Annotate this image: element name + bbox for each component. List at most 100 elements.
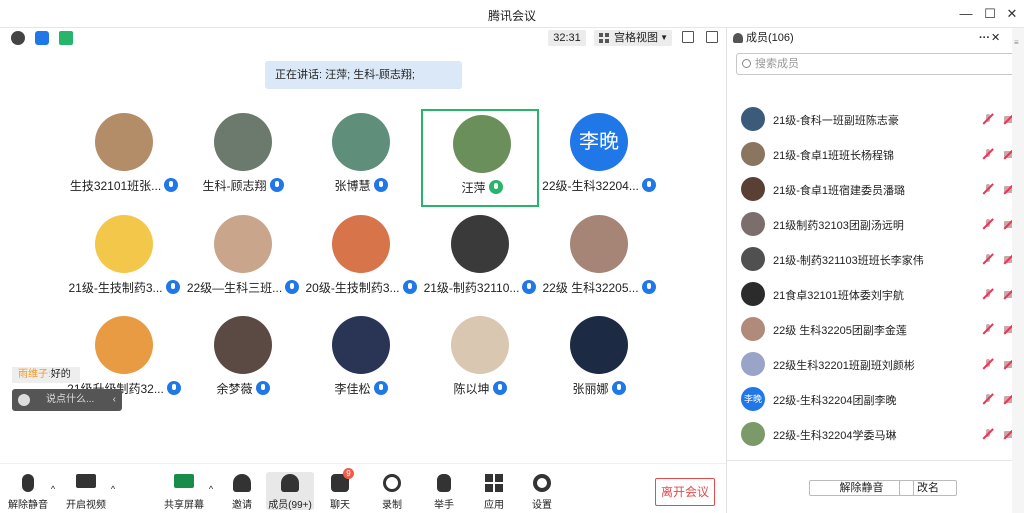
member-row[interactable]: 21食卓32101班体委刘宇航 [727,279,1017,309]
mic-muted-icon[interactable] [982,393,994,405]
fullscreen-icon[interactable] [682,31,694,43]
member-name: 22级-生科32204团副李晚 [773,395,897,407]
share-options-caret[interactable]: ^ [204,484,218,494]
participant-name: 陈以坤 [411,380,549,397]
participant-tile[interactable]: 生科-顾志翔 [184,109,302,207]
member-search-input[interactable]: 搜索成员 [736,53,1016,75]
mic-muted-icon[interactable] [982,323,994,335]
chat-placeholder: 说点什么... [46,394,95,405]
chat-button[interactable]: 9 聊天 [316,468,364,511]
member-name: 22级生科32201班副班刘颜彬 [773,360,915,372]
participant-name-text: 21级-生技制药3... [68,281,163,295]
member-row[interactable]: 李晚 22级-生科32204团副李晚 [727,384,1017,414]
settings-button[interactable]: 设置 [518,474,566,511]
maximize-icon[interactable]: ☐ [980,4,1000,24]
record-button[interactable]: 录制 [368,474,416,511]
raise-hand-button[interactable]: 举手 [420,474,468,511]
share-screen-button[interactable]: 共享屏幕 [160,474,208,511]
unmute-button[interactable]: 解除静音 [4,474,52,511]
chevron-left-icon[interactable]: ‹ [113,389,116,411]
member-row[interactable]: 22级 生科32205团副李金莲 [727,314,1017,344]
chat-input[interactable]: 说点什么... ‹ [12,389,122,411]
members-button[interactable]: 成员(99+) [266,472,314,511]
start-video-button[interactable]: 开启视频 [62,474,110,511]
mic-muted-icon[interactable] [982,113,994,125]
info-icon[interactable] [11,31,25,45]
avatar [451,316,509,374]
participant-tile[interactable]: 22级 生科32205... [540,211,658,309]
mic-icon [373,381,388,395]
participant-name-text: 张丽娜 [572,382,609,396]
participant-tile[interactable]: 汪萍 [421,109,539,207]
mic-muted-icon[interactable] [982,183,994,195]
participant-name-text: 陈以坤 [453,382,490,396]
shield-icon[interactable] [35,31,49,45]
mic-icon [641,178,656,192]
participant-tile[interactable]: 李晚 22级-生科32204... [540,109,658,207]
avatar [570,316,628,374]
participant-tile[interactable]: 20级-生技制药3... [302,211,420,309]
mic-muted-icon[interactable] [982,148,994,160]
member-name: 21级-食科一班副班陈志豪 [773,115,899,127]
participant-tile[interactable]: 余梦薇 [184,312,302,410]
member-row[interactable]: 21级-制药321103班班长李家伟 [727,244,1017,274]
add-user-icon [233,474,251,492]
mic-muted-icon[interactable] [982,218,994,230]
participant-tile[interactable]: 陈以坤 [421,312,539,410]
title-bar: 腾讯会议 — ☐ ✕ [0,0,1024,28]
signal-icon[interactable] [59,31,73,45]
apps-button[interactable]: 应用 [470,474,518,511]
participant-tile[interactable]: 张丽娜 [540,312,658,410]
speaking-indicator: 正在讲话: 汪萍; 生科-顾志翔; [265,61,462,89]
member-row[interactable]: 21级-食卓1班班长杨程锦 [727,139,1017,169]
avatar [332,113,390,171]
participant-tile[interactable]: 张博慧 [302,109,420,207]
mic-icon [641,280,656,294]
emoji-icon[interactable] [18,394,30,406]
mic-icon [488,180,503,194]
member-row[interactable]: 21级-食卓1班宿建委员潘璐 [727,174,1017,204]
meeting-timer: 32:31 [548,30,586,46]
apps-label: 应用 [484,500,504,511]
member-row[interactable]: 21级-食科一班副班陈志豪 [727,104,1017,134]
video-options-caret[interactable]: ^ [106,484,120,494]
avatar: 李晚 [570,113,628,171]
participant-tile[interactable]: 生技32101班张... [65,109,183,207]
chat-bubble-name: 雨维子: [18,369,51,380]
mute-options-caret[interactable]: ^ [46,484,60,494]
view-mode-select[interactable]: 宫格视图 ▼ [594,30,672,46]
close-panel-icon[interactable]: ✕ [991,28,1000,48]
leave-meeting-button[interactable]: 离开会议 [655,478,715,506]
members-panel-footer: 解除静音 改名 [727,460,1024,513]
participant-tile[interactable]: 21级-制药32110... [421,211,539,309]
member-row[interactable]: 21级制药32103团副汤远明 [727,209,1017,239]
mic-muted-icon[interactable] [982,428,994,440]
mic-muted-icon[interactable] [982,288,994,300]
participant-tile[interactable]: 22级—生科三班... [184,211,302,309]
participant-name-text: 20级-生技制药3... [305,281,400,295]
members-panel-title: 成员(106) [746,32,794,44]
participant-name: 22级-生科32204... [530,177,668,194]
member-row[interactable]: 22级生科32201班副班刘颜彬 [727,349,1017,379]
panel-scrollbar[interactable]: ≡ [1012,28,1024,513]
participant-tile[interactable]: 李佳松 [302,312,420,410]
menu-icon[interactable]: ≡ [1014,38,1022,47]
camera-off-icon [76,474,96,488]
mic-icon [373,178,388,192]
mic-muted-icon[interactable] [982,358,994,370]
chat-bubble: 雨维子:好的 [12,367,80,383]
rename-button[interactable]: 改名 [899,480,957,496]
mic-muted-icon[interactable] [982,253,994,265]
sidebar-toggle-icon[interactable] [706,31,718,43]
members-label: 成员(99+) [268,500,312,511]
avatar [214,215,272,273]
more-icon[interactable]: ··· [979,28,990,48]
participant-tile[interactable]: 21级-生技制药3... [65,211,183,309]
member-row[interactable]: 22级-生科32204学委马琳 [727,419,1017,449]
minimize-icon[interactable]: — [956,4,976,24]
start-video-label: 开启视频 [66,500,106,511]
invite-button[interactable]: 邀请 [218,474,266,511]
participant-name-text: 22级-生科32204... [542,179,639,193]
participant-name: 张博慧 [292,177,430,194]
close-icon[interactable]: ✕ [1002,4,1022,24]
